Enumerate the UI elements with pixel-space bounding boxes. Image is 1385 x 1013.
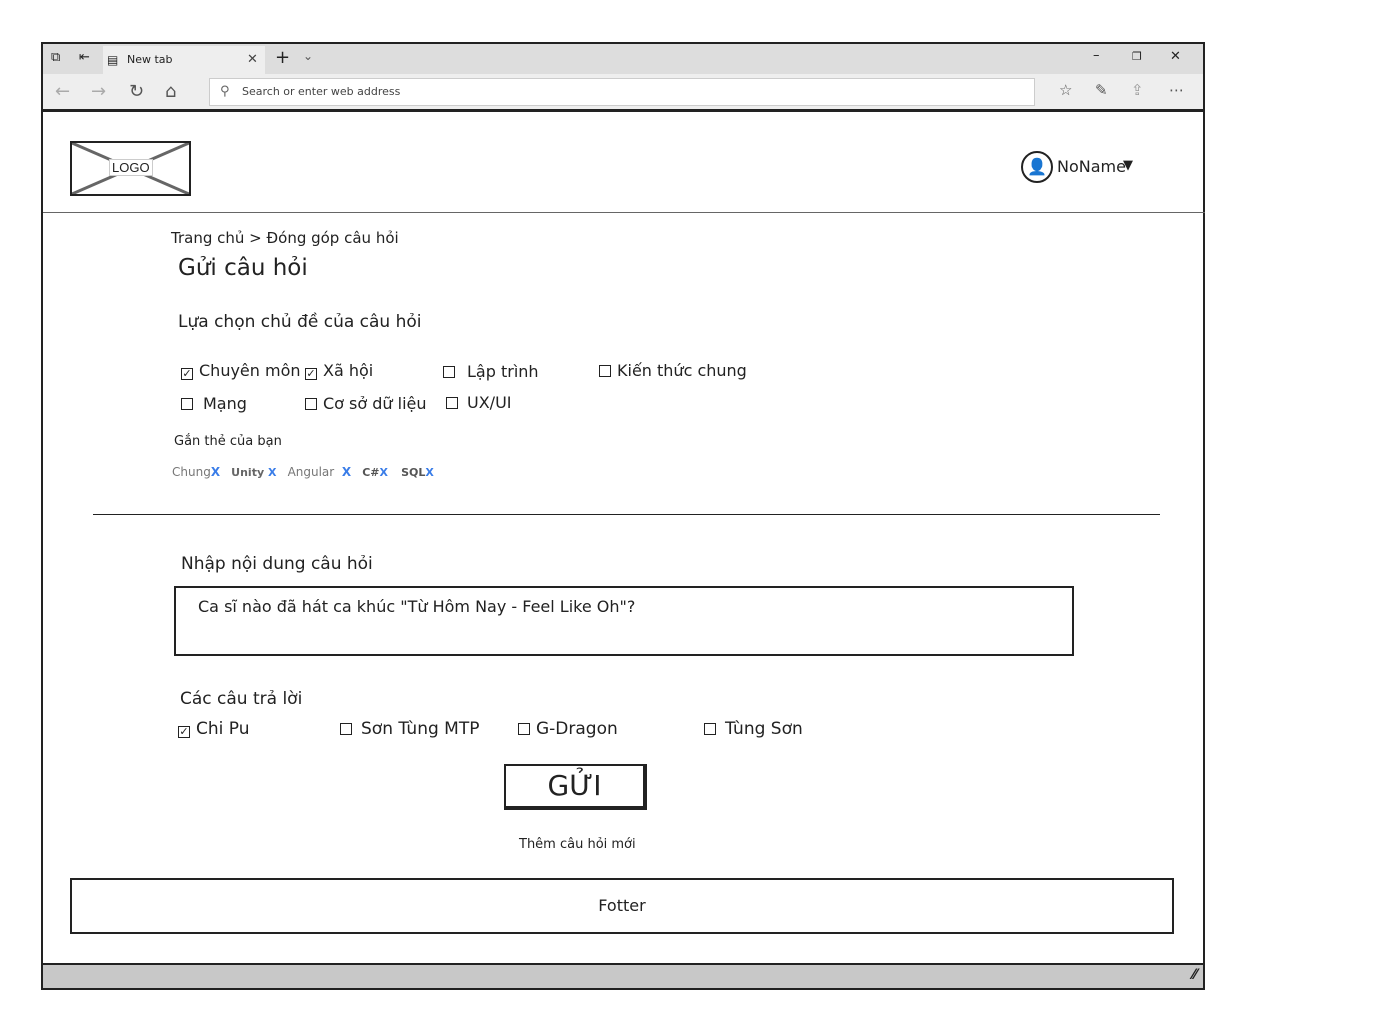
- chevron-down-icon[interactable]: ⌄: [303, 49, 313, 63]
- checkbox-checked-icon[interactable]: ✓: [181, 368, 193, 380]
- breadcrumb-current: Đóng góp câu hỏi: [266, 229, 399, 247]
- checkbox-icon[interactable]: [518, 723, 530, 735]
- address-placeholder: Search or enter web address: [242, 85, 401, 98]
- answers-label: Các câu trả lời: [180, 689, 303, 709]
- question-label: Nhập nội dung câu hỏi: [181, 554, 373, 574]
- section-divider: [93, 514, 1160, 515]
- topic-kien-thuc-chung[interactable]: Kiến thức chung: [599, 361, 747, 380]
- user-name: NoName: [1057, 157, 1126, 176]
- checkbox-icon[interactable]: [181, 398, 193, 410]
- checkbox-icon[interactable]: [599, 365, 611, 377]
- header-divider: [43, 212, 1205, 213]
- checkbox-icon[interactable]: [704, 723, 716, 735]
- restore-icon[interactable]: ❐: [1132, 50, 1142, 63]
- checkbox-checked-icon[interactable]: ✓: [178, 726, 190, 738]
- topic-xa-hoi[interactable]: ✓ Xã hội: [305, 361, 373, 380]
- nav-bar: ← → ↻ ⌂ ⚲ Search or enter web address ☆ …: [43, 74, 1203, 112]
- breadcrumb-home[interactable]: Trang chủ: [171, 229, 244, 247]
- page-title: Gửi câu hỏi: [178, 255, 308, 281]
- favorites-icon[interactable]: ☆: [1059, 81, 1072, 99]
- checkbox-icon[interactable]: [340, 723, 352, 735]
- footer: Fotter: [70, 878, 1174, 934]
- tab-page-icon: ▤: [107, 53, 119, 67]
- topic-lap-trinh[interactable]: Lập trình: [443, 362, 539, 381]
- checkbox-icon[interactable]: [446, 397, 458, 409]
- new-tab-icon[interactable]: +: [275, 47, 290, 68]
- remove-tag-icon[interactable]: X: [342, 465, 351, 479]
- answer-label: Chi Pu: [196, 719, 250, 739]
- more-icon[interactable]: ⋯: [1169, 81, 1184, 99]
- tab-new[interactable]: ▤ New tab ✕: [103, 46, 265, 74]
- tag-angular: Angular X: [287, 465, 352, 479]
- answer-g-dragon[interactable]: G-Dragon: [518, 719, 618, 739]
- pen-icon[interactable]: ✎: [1095, 81, 1108, 99]
- tab-bar: ⧉ ⇤ ▤ New tab ✕ + ⌄ – ❐ ✕: [43, 44, 1203, 74]
- remove-tag-icon[interactable]: X: [268, 466, 276, 479]
- topic-chuyen-mon[interactable]: ✓ Chuyên môn: [181, 361, 301, 380]
- option-label: Cơ sở dữ liệu: [323, 394, 427, 413]
- new-question-link[interactable]: Thêm câu hỏi mới: [519, 837, 636, 852]
- tag-csharp: C#X: [362, 466, 389, 479]
- breadcrumb-separator: >: [249, 229, 262, 247]
- search-icon: ⚲: [220, 84, 230, 99]
- option-label: Mạng: [203, 394, 247, 413]
- checkbox-icon[interactable]: [443, 366, 455, 378]
- logo-text: LOGO: [109, 159, 153, 176]
- caret-down-icon: ▼: [1123, 158, 1133, 173]
- answer-label: Tùng Sơn: [725, 719, 803, 739]
- home-icon[interactable]: ⌂: [165, 81, 176, 102]
- tag-chung: ChungX: [172, 465, 221, 479]
- breadcrumb: Trang chủ > Đóng góp câu hỏi: [171, 229, 399, 247]
- answer-chi-pu[interactable]: ✓ Chi Pu: [178, 719, 250, 739]
- close-tab-icon[interactable]: ✕: [247, 46, 258, 74]
- remove-tag-icon[interactable]: X: [380, 466, 388, 479]
- submit-button[interactable]: GỬI: [504, 764, 647, 810]
- refresh-icon[interactable]: ↻: [129, 81, 144, 102]
- tag-sql: SQLX: [401, 466, 434, 479]
- tabs-aside-icon[interactable]: ⧉: [51, 50, 60, 65]
- back-icon[interactable]: ←: [55, 81, 70, 102]
- answer-tung-son[interactable]: Tùng Sơn: [704, 719, 803, 739]
- question-value: Ca sĩ nào đã hát ca khúc "Từ Hôm Nay - F…: [198, 597, 636, 616]
- answer-son-tung[interactable]: Sơn Tùng MTP: [340, 719, 479, 739]
- resize-handle-icon[interactable]: ⁄⁄: [1192, 967, 1197, 983]
- logo: LOGO: [70, 141, 191, 196]
- minimize-icon[interactable]: –: [1093, 48, 1100, 63]
- address-bar[interactable]: ⚲ Search or enter web address: [209, 78, 1035, 106]
- tag-unity: Unity X: [231, 466, 277, 479]
- question-textarea[interactable]: Ca sĩ nào đã hát ca khúc "Từ Hôm Nay - F…: [174, 586, 1074, 656]
- set-aside-icon[interactable]: ⇤: [79, 50, 90, 65]
- option-label: UX/UI: [467, 393, 512, 412]
- close-window-icon[interactable]: ✕: [1170, 49, 1181, 64]
- topic-mang[interactable]: Mạng: [181, 394, 247, 413]
- topic-ux-ui[interactable]: UX/UI: [446, 393, 512, 412]
- option-label: Xã hội: [323, 361, 374, 380]
- share-icon[interactable]: ⇪: [1131, 81, 1144, 99]
- option-label: Chuyên môn: [199, 361, 301, 380]
- answer-label: Sơn Tùng MTP: [361, 719, 480, 739]
- option-label: Lập trình: [467, 362, 539, 381]
- option-label: Kiến thức chung: [617, 361, 747, 380]
- remove-tag-icon[interactable]: X: [211, 465, 220, 479]
- status-bar: ⁄⁄: [43, 963, 1203, 988]
- topic-co-so-du-lieu[interactable]: Cơ sở dữ liệu: [305, 394, 427, 413]
- user-avatar-icon: 👤: [1021, 151, 1053, 183]
- checkbox-checked-icon[interactable]: ✓: [305, 368, 317, 380]
- tag-list: ChungX Unity X Angular X C#X SQLX: [172, 461, 434, 480]
- tab-title: New tab: [127, 53, 173, 66]
- remove-tag-icon[interactable]: X: [425, 466, 433, 479]
- forward-icon[interactable]: →: [91, 81, 106, 102]
- checkbox-icon[interactable]: [305, 398, 317, 410]
- topic-label: Lựa chọn chủ đề của câu hỏi: [178, 312, 422, 332]
- tags-label: Gắn thẻ của bạn: [174, 434, 282, 449]
- answer-label: G-Dragon: [536, 719, 618, 739]
